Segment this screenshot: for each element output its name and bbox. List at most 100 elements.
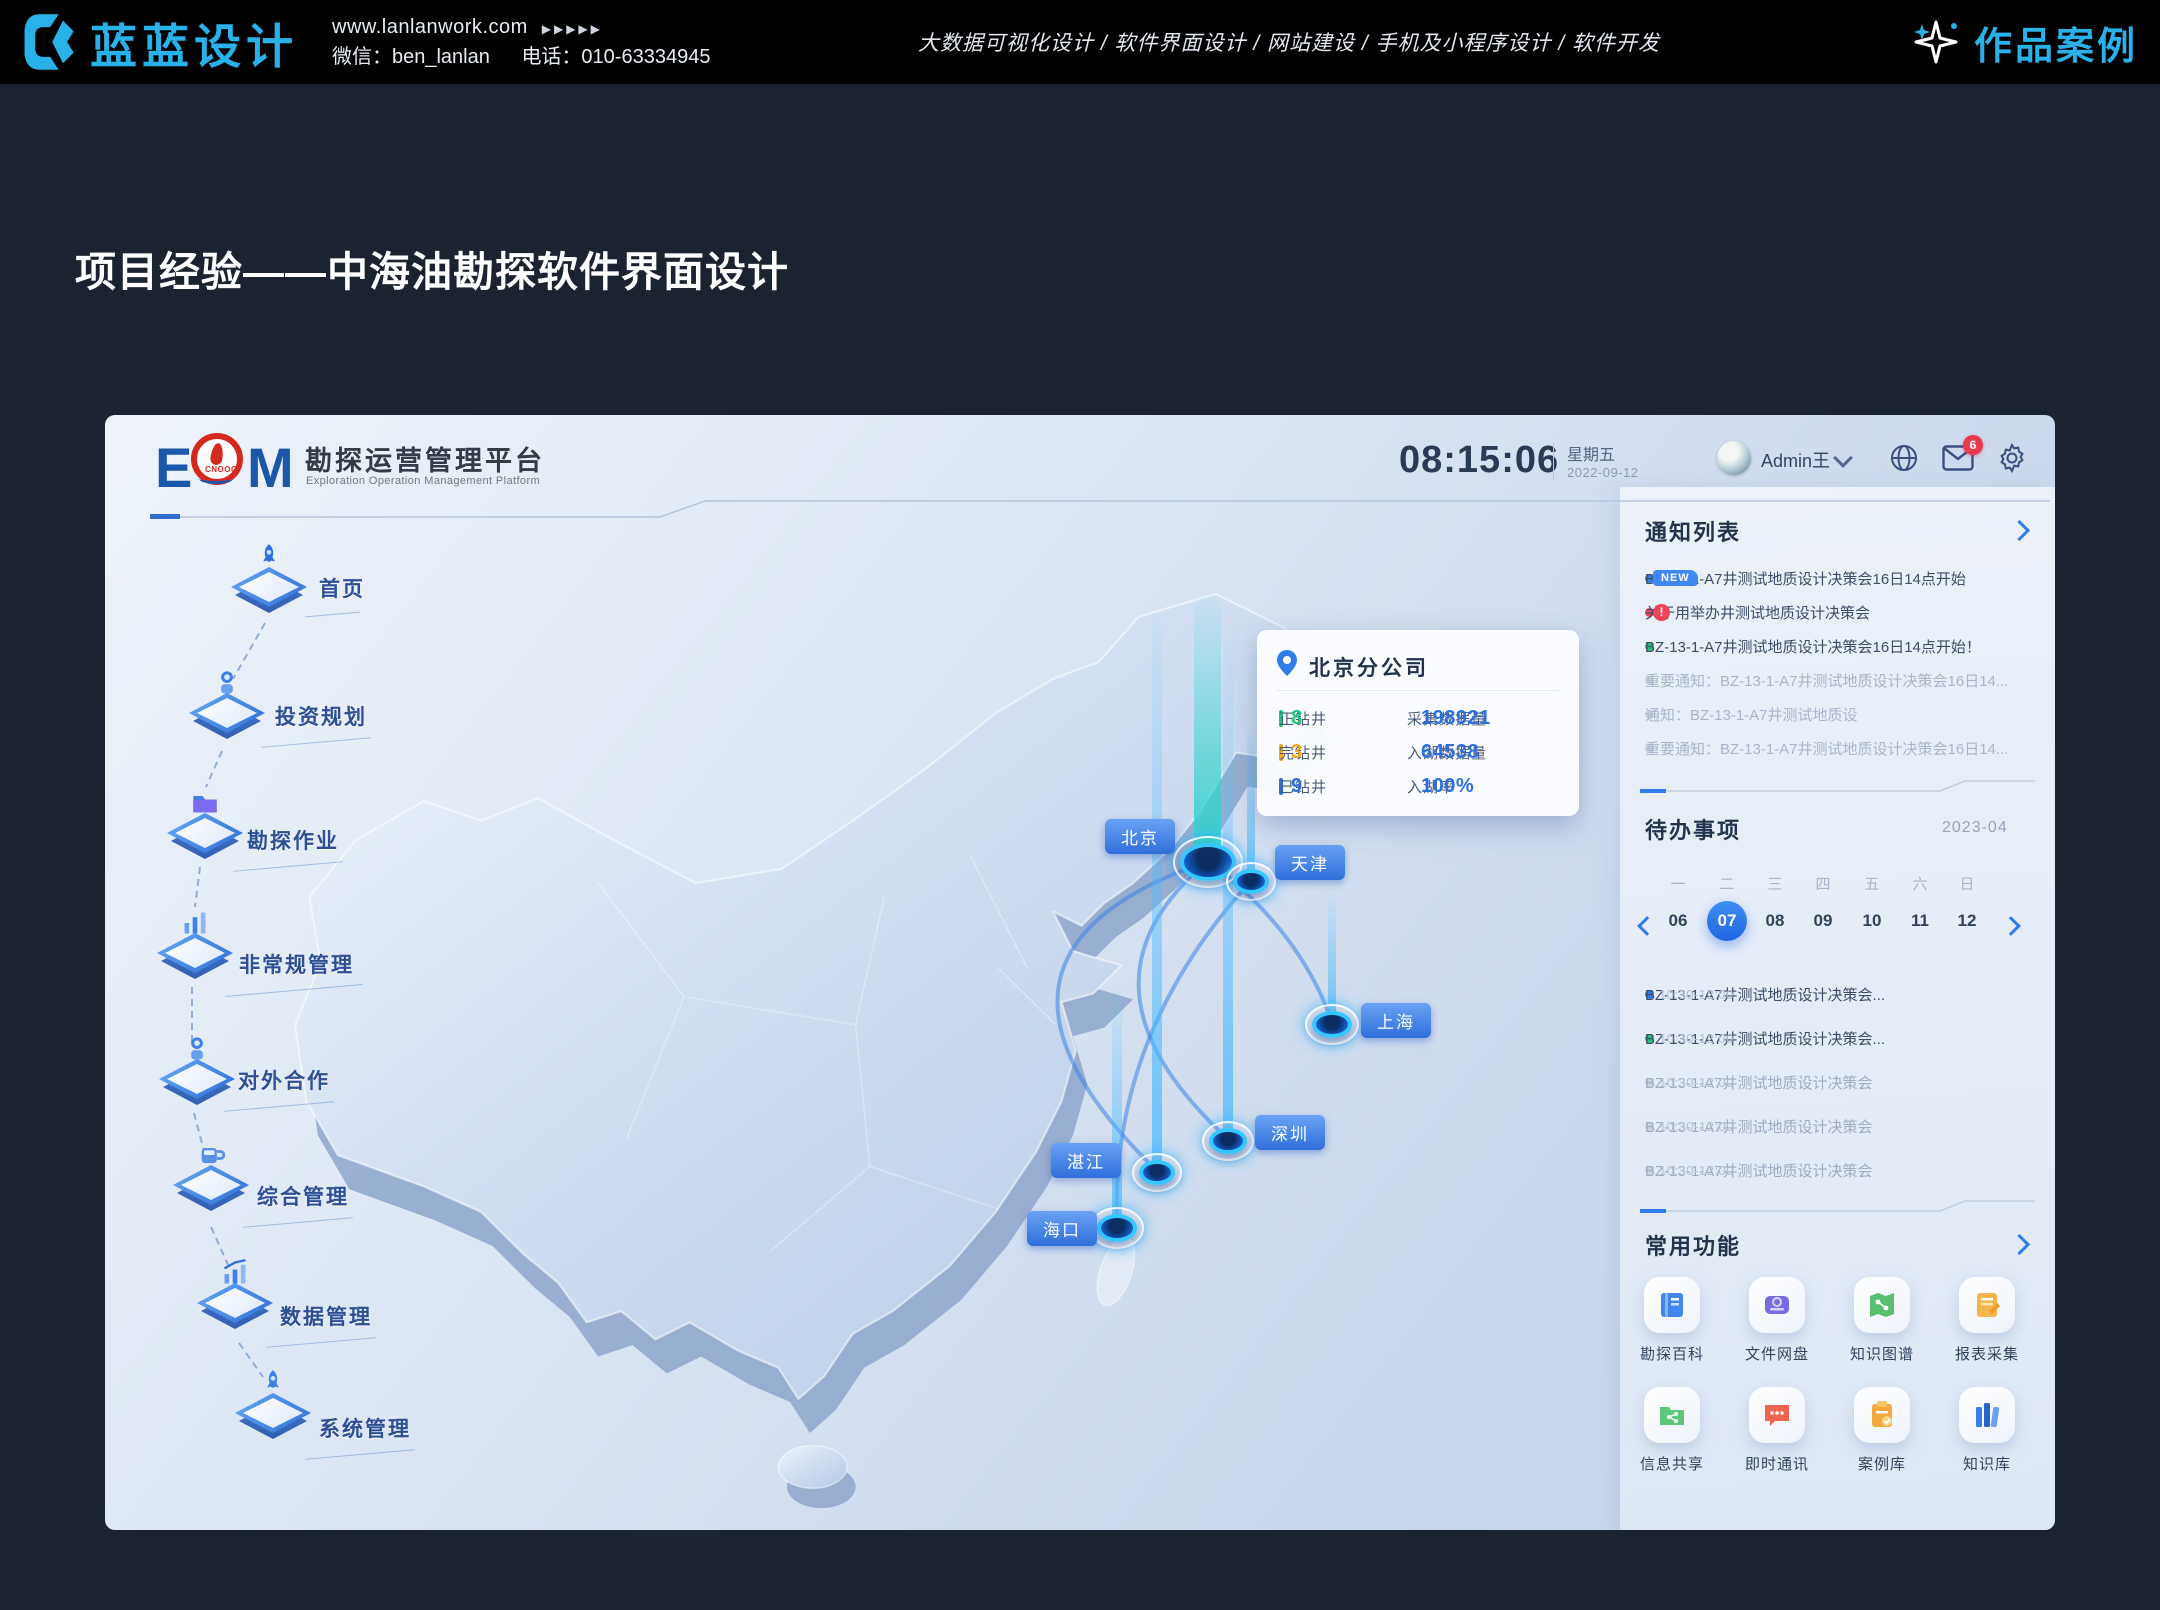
sidebar-icon-data[interactable] <box>197 1277 273 1329</box>
contact-block: www.lanlanwork.com▶▶▶▶▶ 微信：ben_lanlan 电话… <box>332 13 736 71</box>
clock-separator <box>1553 443 1554 479</box>
site-url[interactable]: www.lanlanwork.com <box>332 16 528 38</box>
calendar-date-selected[interactable]: 07 <box>1707 901 1747 941</box>
branch-popup: 北京分公司 正钻井 8 完钻井 3 已钻井 9 采集数据量 198921 入湖数… <box>1257 630 1579 816</box>
calendar-date[interactable]: 11 <box>1900 901 1940 941</box>
notification-item[interactable]: 重要通知：BZ-13-1-A7井测试地质设计决策会16日14... <box>1645 665 2037 695</box>
calendar-date[interactable]: 08 <box>1755 901 1795 941</box>
weekday-label: 二 <box>1710 873 1744 894</box>
chart-up-icon <box>221 1259 249 1287</box>
sidebar-item-cooperation[interactable]: 对外合作 <box>238 1065 330 1095</box>
stat-row: 完钻井 3 <box>1279 740 1399 764</box>
header-date: 2022-09-12 <box>1567 465 1639 480</box>
marker-shenzhen[interactable] <box>1209 1128 1247 1154</box>
marker-tianjin[interactable] <box>1233 869 1269 894</box>
astronaut-icon <box>213 669 241 697</box>
folder-icon <box>191 789 219 817</box>
ecm-logo-e: E <box>155 435 190 500</box>
function-report-collect[interactable]: 报表采集 <box>1947 1277 2027 1364</box>
sparkle-star-icon <box>1910 16 1962 68</box>
astronaut-icon <box>183 1035 211 1063</box>
new-badge: NEW <box>1653 570 1698 586</box>
function-instant-message[interactable]: 即时通讯 <box>1737 1387 1817 1474</box>
sidebar-icon-investment[interactable] <box>189 687 265 739</box>
beam-tianjin <box>1247 727 1255 877</box>
globe-icon[interactable] <box>1889 443 1919 473</box>
drive-icon <box>1761 1289 1793 1321</box>
marker-haikou[interactable] <box>1097 1214 1137 1242</box>
function-knowledge-graph[interactable]: 知识图谱 <box>1842 1277 1922 1364</box>
sidebar-icon-cooperation[interactable] <box>159 1053 235 1105</box>
stat-row: 采集数据量 198921 <box>1407 706 1572 730</box>
stat-row: 正钻井 8 <box>1279 706 1399 730</box>
url-arrows-icon: ▶▶▶▶▶ <box>542 22 603 36</box>
beam-haikou <box>1112 989 1122 1225</box>
function-knowledge-base[interactable]: 知识库 <box>1947 1387 2027 1474</box>
calendar-next-icon[interactable] <box>2001 916 2021 936</box>
stat-row: 入湖数据量 64538 <box>1407 740 1572 764</box>
todo-item[interactable]: BZ-13-1-A7井测试地质设计决策会 10:30-12:00 <box>1645 1067 2037 1097</box>
notification-item[interactable]: 重要通知：BZ-13-1-A7井测试地质设计决策会16日14... <box>1645 733 2037 763</box>
marker-zhanjiang[interactable] <box>1139 1160 1175 1185</box>
sidebar-item-unconventional[interactable]: 非常规管理 <box>239 949 354 979</box>
marker-shanghai[interactable] <box>1312 1011 1352 1038</box>
stat-row: 已钻井 9 <box>1279 774 1399 798</box>
city-badge-haikou[interactable]: 海口 <box>1027 1211 1097 1246</box>
city-badge-tianjin[interactable]: 天津 <box>1275 845 1345 880</box>
todo-title: 待办事项 <box>1645 813 1741 845</box>
chat-icon <box>1761 1399 1793 1431</box>
function-case-library[interactable]: 案例库 <box>1842 1387 1922 1474</box>
weekday: 星期五 <box>1567 441 1615 465</box>
app-title: 勘探运营管理平台 <box>305 439 545 478</box>
sidebar-item-exploration[interactable]: 勘探作业 <box>247 825 339 855</box>
user-avatar[interactable] <box>1717 441 1751 475</box>
lanlan-logo-icon <box>16 10 80 74</box>
functions-more-arrow-icon[interactable] <box>2009 1234 2030 1255</box>
beam-beijing <box>1194 597 1221 859</box>
function-info-share[interactable]: 信息共享 <box>1632 1387 1712 1474</box>
city-badge-shanghai[interactable]: 上海 <box>1361 1003 1431 1038</box>
alert-badge: ! <box>1653 604 1670 621</box>
sidebar-item-home[interactable]: 首页 <box>319 573 365 603</box>
user-name[interactable]: Admin王 <box>1761 447 1830 473</box>
stat-row: 入湖率 100% <box>1407 774 1572 798</box>
report-icon <box>1971 1289 2003 1321</box>
services-list: 大数据可视化设计 / 软件界面设计 / 网站建设 / 手机及小程序设计 / 软件… <box>918 0 1660 84</box>
calendar-date[interactable]: 09 <box>1803 901 1843 941</box>
calendar-date[interactable]: 06 <box>1658 901 1698 941</box>
sidebar-item-general[interactable]: 综合管理 <box>257 1181 349 1211</box>
todo-item[interactable]: BZ-13-1-A7井测试地质设计决策会 10:30-12:00 <box>1645 1111 2037 1141</box>
weekday-label: 五 <box>1855 873 1889 894</box>
settings-gear-icon[interactable] <box>1997 443 2027 473</box>
sidebar-icon-exploration[interactable] <box>167 807 243 859</box>
location-pin-icon <box>1277 650 1297 676</box>
popup-title: 北京分公司 <box>1309 652 1429 682</box>
sidebar-icon-home[interactable] <box>231 561 307 613</box>
sidebar-icon-unconventional[interactable] <box>157 927 233 979</box>
notification-item[interactable]: BZ-13-1-A7井测试地质设计决策会16日14点开始 NEW <box>1645 563 2037 593</box>
sidebar-icon-system[interactable] <box>235 1387 311 1439</box>
bar-chart-icon <box>181 909 209 937</box>
portfolio-link[interactable]: 作品案例 <box>1910 0 2138 84</box>
city-badge-zhanjiang[interactable]: 湛江 <box>1051 1143 1121 1178</box>
sidebar-item-investment[interactable]: 投资规划 <box>275 701 367 731</box>
map-graph-icon <box>1866 1289 1898 1321</box>
function-netdisk[interactable]: 文件网盘 <box>1737 1277 1817 1364</box>
todo-item[interactable]: BZ-13-1-A7井测试地质设计决策会... 10:30-12:00 <box>1645 1023 2037 1053</box>
city-badge-beijing[interactable]: 北京 <box>1105 819 1175 854</box>
todo-item[interactable]: BZ-13-1-A7井测试地质设计决策会 10:30-12:00 <box>1645 1155 2037 1185</box>
calendar-date[interactable]: 12 <box>1947 901 1987 941</box>
sidebar-item-data[interactable]: 数据管理 <box>280 1301 372 1331</box>
todo-item[interactable]: BZ-13-1-A7井测试地质设计决策会... 10:30-12:00 <box>1645 979 2037 1009</box>
sidebar-item-system[interactable]: 系统管理 <box>319 1413 411 1443</box>
notification-item[interactable]: 通知：BZ-13-1-A7井测试地质设 <box>1645 699 2037 729</box>
clock: 08:15:06 <box>1399 439 1559 482</box>
sidebar-icon-general[interactable] <box>173 1159 249 1211</box>
calendar-date[interactable]: 10 <box>1852 901 1892 941</box>
notification-item[interactable]: BZ-13-1-A7井测试地质设计决策会16日14点开始！ <box>1645 631 2037 661</box>
notification-item[interactable]: 关于用举办井测试地质设计决策会 ! <box>1645 597 2037 627</box>
calendar-prev-icon[interactable] <box>1637 916 1657 936</box>
city-badge-shenzhen[interactable]: 深圳 <box>1255 1115 1325 1150</box>
function-encyclopedia[interactable]: 勘探百科 <box>1632 1277 1712 1364</box>
book-icon <box>1656 1289 1688 1321</box>
